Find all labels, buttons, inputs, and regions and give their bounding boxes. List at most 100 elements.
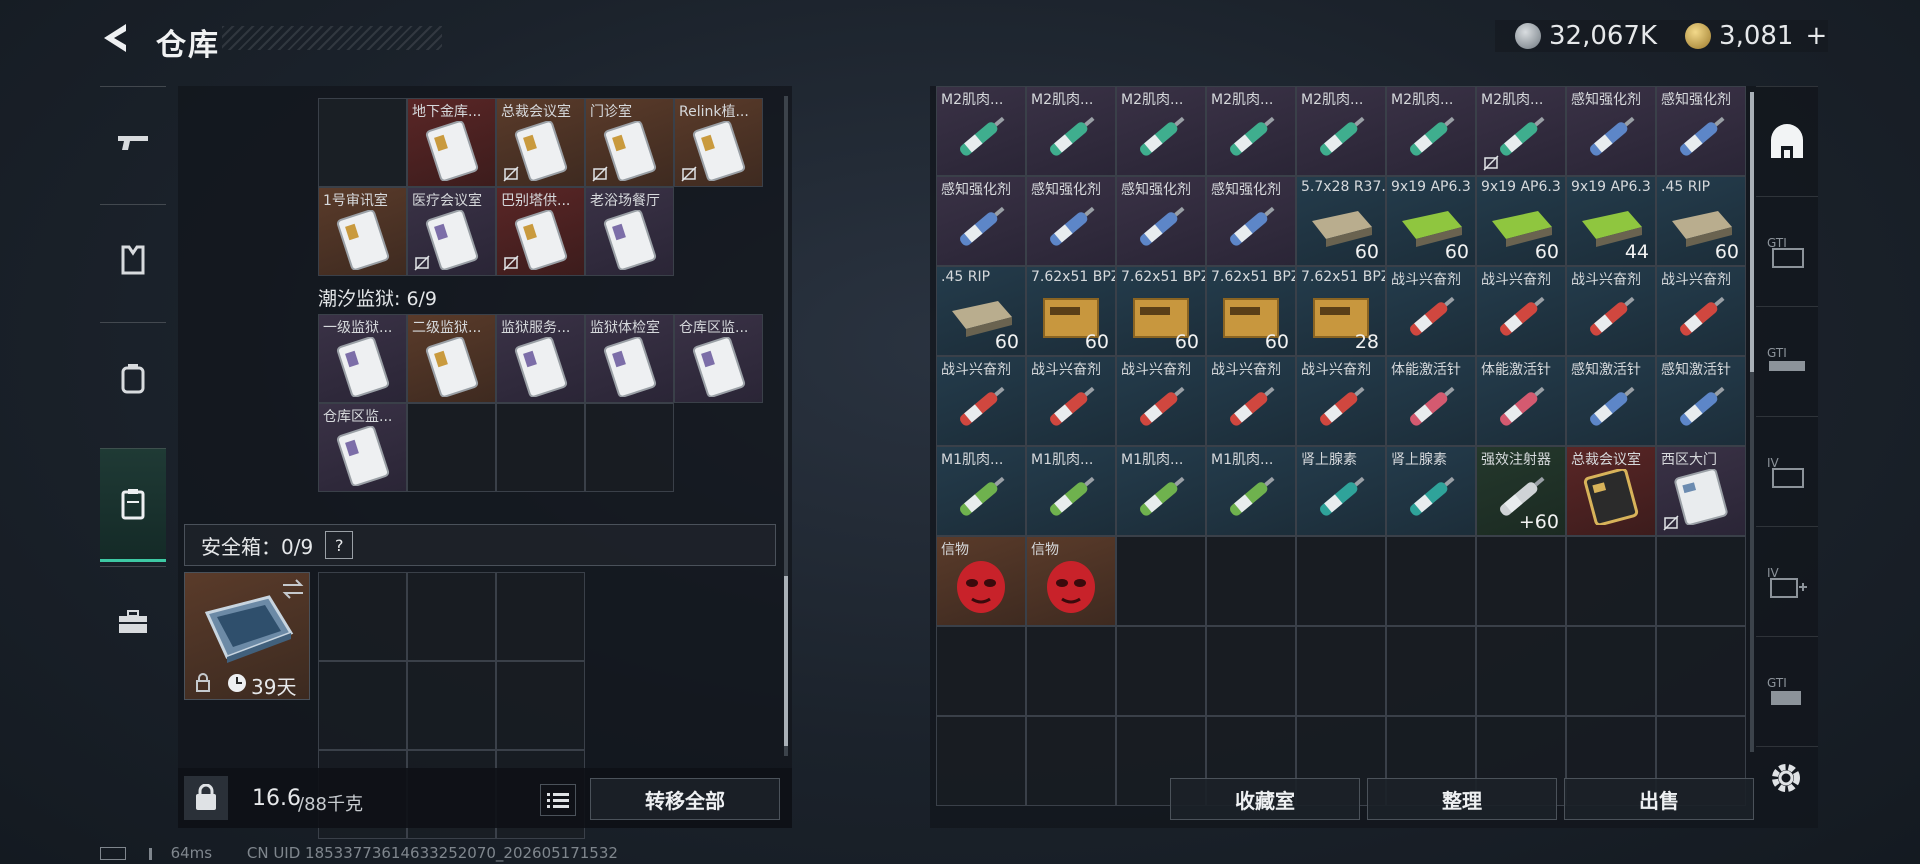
inventory-item[interactable]: 西区大门 [1656, 446, 1746, 536]
inventory-item[interactable]: M2肌肉... [1386, 86, 1476, 176]
inventory-item[interactable]: Relink植... [674, 98, 763, 187]
swap-icon[interactable] [281, 579, 305, 599]
inventory-item[interactable]: 地下金库... [407, 98, 496, 187]
collection-room-button[interactable]: 收藏室 [1170, 778, 1360, 820]
inventory-item[interactable]: 战斗兴奋剂 [1026, 356, 1116, 446]
inventory-item[interactable]: 战斗兴奋剂 [1476, 266, 1566, 356]
empty-slot[interactable] [318, 98, 407, 187]
inventory-item[interactable]: 战斗兴奋剂 [1386, 266, 1476, 356]
empty-slot[interactable] [407, 661, 496, 750]
inventory-item[interactable]: M2肌肉... [1296, 86, 1386, 176]
inventory-item[interactable]: 强效注射器 +60 [1476, 446, 1566, 536]
inventory-item[interactable]: 感知强化剂 [1206, 176, 1296, 266]
inventory-item[interactable]: 监狱服务... [496, 314, 585, 403]
nav-backpack[interactable] [100, 322, 166, 433]
inventory-item[interactable]: 战斗兴奋剂 [936, 356, 1026, 446]
inventory-item[interactable]: 7.62x51 BPZ 60 [1206, 266, 1296, 356]
inventory-item[interactable]: M2肌肉... [1206, 86, 1296, 176]
empty-slot[interactable] [1386, 626, 1476, 716]
empty-slot[interactable] [1116, 626, 1206, 716]
inventory-item[interactable]: 感知激活针 [1566, 356, 1656, 446]
inventory-item[interactable]: 体能激活针 [1386, 356, 1476, 446]
empty-slot[interactable] [318, 572, 407, 661]
inventory-item[interactable]: 总裁会议室 [1566, 446, 1656, 536]
add-currency-button[interactable]: + [1805, 21, 1827, 51]
inventory-item[interactable]: 9x19 AP6.3 60 [1476, 176, 1566, 266]
nav-safe-box[interactable] [100, 448, 166, 562]
inventory-item[interactable]: 肾上腺素 [1296, 446, 1386, 536]
empty-slot[interactable] [936, 626, 1026, 716]
inventory-item[interactable]: 战斗兴奋剂 [1656, 266, 1746, 356]
side-tab-iv-2[interactable]: IV [1756, 526, 1818, 637]
empty-slot[interactable] [1476, 536, 1566, 626]
inventory-item[interactable]: M2肌肉... [936, 86, 1026, 176]
list-view-button[interactable] [540, 784, 576, 816]
inventory-item[interactable]: 一级监狱... [318, 314, 407, 403]
inventory-item[interactable]: 战斗兴奋剂 [1116, 356, 1206, 446]
inventory-item[interactable]: 总裁会议室 [496, 98, 585, 187]
inventory-item[interactable]: 7.62x51 BPZ 60 [1116, 266, 1206, 356]
inventory-item[interactable]: 7.62x51 BPZ 28 [1296, 266, 1386, 356]
empty-slot[interactable] [1566, 536, 1656, 626]
side-tab-iv-1[interactable]: IV [1756, 416, 1818, 527]
inventory-item[interactable]: 仓库区监... [318, 403, 407, 492]
empty-slot[interactable] [1656, 536, 1746, 626]
inventory-item[interactable]: M1肌肉... [1206, 446, 1296, 536]
empty-slot[interactable] [1386, 536, 1476, 626]
inventory-item[interactable]: 感知强化剂 [1026, 176, 1116, 266]
inventory-item[interactable]: 门诊室 [585, 98, 674, 187]
inventory-item[interactable]: M1肌肉... [1116, 446, 1206, 536]
empty-slot[interactable] [407, 403, 496, 492]
inventory-item[interactable]: 感知强化剂 [936, 176, 1026, 266]
empty-slot[interactable] [496, 661, 585, 750]
inventory-item[interactable]: .45 RIP 60 [936, 266, 1026, 356]
side-tab-gti-3[interactable]: GTI [1756, 636, 1818, 747]
inventory-item[interactable]: 感知强化剂 [1116, 176, 1206, 266]
inventory-item[interactable]: 7.62x51 BPZ 60 [1026, 266, 1116, 356]
empty-slot[interactable] [1296, 626, 1386, 716]
empty-slot[interactable] [496, 403, 585, 492]
safe-box-help-button[interactable]: ? [325, 531, 354, 559]
inventory-item[interactable]: 1号审讯室 [318, 187, 407, 276]
inventory-item[interactable]: 战斗兴奋剂 [1296, 356, 1386, 446]
empty-slot[interactable] [1476, 626, 1566, 716]
safe-box-item[interactable]: 39天 [184, 572, 310, 700]
inventory-item[interactable]: 肾上腺素 [1386, 446, 1476, 536]
inventory-item[interactable]: 战斗兴奋剂 [1566, 266, 1656, 356]
inventory-item[interactable]: M2肌肉... [1116, 86, 1206, 176]
inventory-item[interactable]: M2肌肉... [1476, 86, 1566, 176]
back-button[interactable] [96, 18, 136, 58]
inventory-item[interactable]: M2肌肉... [1026, 86, 1116, 176]
transfer-all-button[interactable]: 转移全部 [590, 778, 780, 820]
inventory-item[interactable]: 医疗会议室 [407, 187, 496, 276]
side-tab-gti-1[interactable]: GTI [1756, 196, 1818, 307]
nav-toolbox[interactable] [100, 566, 166, 677]
inventory-item[interactable]: .45 RIP 60 [1656, 176, 1746, 266]
inventory-item[interactable]: 巴别塔供... [496, 187, 585, 276]
side-tab-gti-2[interactable]: GTI [1756, 306, 1818, 417]
side-tab-vault[interactable] [1756, 86, 1818, 197]
nav-armor[interactable] [100, 204, 166, 315]
empty-slot[interactable] [1206, 626, 1296, 716]
empty-slot[interactable] [1566, 626, 1656, 716]
empty-slot[interactable] [496, 572, 585, 661]
empty-slot[interactable] [318, 661, 407, 750]
nav-weapon[interactable] [100, 86, 166, 197]
empty-slot[interactable] [407, 572, 496, 661]
empty-slot[interactable] [1206, 536, 1296, 626]
inventory-item[interactable]: 监狱体检室 [585, 314, 674, 403]
inventory-item[interactable]: 信物 [1026, 536, 1116, 626]
empty-slot[interactable] [585, 403, 674, 492]
inventory-item[interactable]: 体能激活针 [1476, 356, 1566, 446]
inventory-item[interactable]: 感知强化剂 [1566, 86, 1656, 176]
empty-slot[interactable] [1296, 536, 1386, 626]
inventory-item[interactable]: 感知强化剂 [1656, 86, 1746, 176]
sort-button[interactable]: 整理 [1367, 778, 1557, 820]
inventory-item[interactable]: M1肌肉... [1026, 446, 1116, 536]
empty-slot[interactable] [1026, 626, 1116, 716]
sell-button[interactable]: 出售 [1564, 778, 1754, 820]
left-scrollbar[interactable] [784, 96, 788, 756]
weight-lock-button[interactable] [184, 776, 228, 820]
inventory-item[interactable]: 老浴场餐厅 [585, 187, 674, 276]
inventory-item[interactable]: 5.7x28 R37.F 60 [1296, 176, 1386, 266]
